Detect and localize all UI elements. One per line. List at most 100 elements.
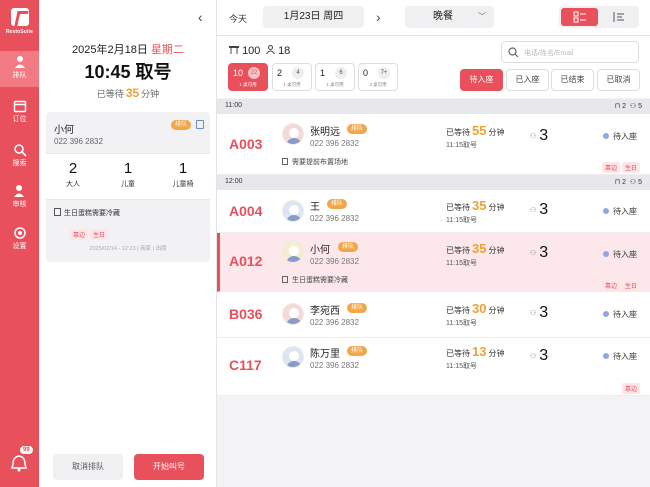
rail-item-reservation[interactable]: 订位 bbox=[0, 95, 39, 131]
ticket-number: B036 bbox=[229, 306, 263, 322]
customer-phone: 022 396 2832 bbox=[310, 361, 359, 370]
table-queue-count: 6 bbox=[335, 67, 347, 79]
filter-seated[interactable]: 已入座 bbox=[506, 69, 549, 91]
queue-tag: 排队 bbox=[171, 120, 192, 130]
cancel-queue-button[interactable]: 取消排队 bbox=[53, 454, 123, 480]
table-size-filter[interactable]: 16 1 桌可用 bbox=[315, 63, 355, 91]
card-view-button[interactable] bbox=[561, 8, 598, 26]
seat-status[interactable]: 待入座 bbox=[603, 309, 637, 320]
ticket-time: 11:15取号 bbox=[446, 320, 477, 327]
search-input[interactable]: 电话/姓名/Email bbox=[501, 41, 639, 63]
status-dot-icon bbox=[603, 208, 609, 214]
seat-status[interactable]: 待入座 bbox=[603, 131, 637, 142]
note-text: 需要提前布置场地 bbox=[292, 159, 348, 166]
wait-time: 已等待 13 分钟 bbox=[446, 344, 504, 359]
ticket-meta: 2025/02/14 - 12:23 | 商家 | 出陵 bbox=[89, 246, 167, 252]
group-people: 5 bbox=[638, 179, 642, 186]
party-size: ⚇ 3 bbox=[530, 244, 548, 262]
rail-item-label: 设置 bbox=[12, 243, 27, 250]
filter-finished[interactable]: 已结束 bbox=[551, 69, 594, 91]
filter-cancelled[interactable]: 已取消 bbox=[597, 69, 640, 91]
table-queue-count: 4 bbox=[292, 67, 304, 79]
wait-prefix: 已等待 bbox=[446, 203, 470, 212]
table-size-filter[interactable]: 24 1 桌可用 bbox=[272, 63, 312, 91]
rail-item-queue[interactable]: 排队 bbox=[0, 51, 39, 87]
waited-prefix: 已等待 bbox=[96, 89, 124, 99]
customer-name: 陈万里 bbox=[310, 349, 340, 360]
date-selector[interactable]: 1月23日 周四 bbox=[263, 6, 364, 28]
table-size-filter[interactable]: 0 7+ 3 桌可用 bbox=[358, 63, 398, 91]
customer-tags: 靠边 生日 bbox=[70, 224, 110, 242]
customer-name: 李宛西 bbox=[310, 306, 340, 317]
seat-status[interactable]: 待入座 bbox=[603, 249, 637, 260]
queue-icon bbox=[14, 56, 25, 68]
filter-waiting[interactable]: 待入座 bbox=[460, 69, 503, 91]
group-time: 11:00 bbox=[225, 102, 242, 109]
person-icon: ⚇ bbox=[530, 353, 537, 360]
party-size: ⚇ 3 bbox=[530, 201, 548, 219]
queue-row[interactable]: A003 张明远 排队 022 396 2832 需要提前布置场地 已等待 55 分… bbox=[217, 114, 650, 175]
wait-prefix: 已等待 bbox=[446, 306, 470, 315]
party-size-value: 3 bbox=[539, 304, 549, 321]
weekday-text: 星期二 bbox=[150, 44, 184, 56]
wait-time: 已等待 35 分钟 bbox=[446, 241, 504, 256]
queue-row[interactable]: C117 陈万里 排队 022 396 2832 已等待 13 分钟 11:15取号… bbox=[217, 338, 650, 396]
customer-phone: 022 396 2832 bbox=[54, 137, 103, 146]
row-tags: 靠边 生日 bbox=[601, 157, 642, 175]
party-size-value: 3 bbox=[539, 201, 549, 218]
status-text: 待入座 bbox=[613, 207, 637, 216]
notification-badge: 99 bbox=[19, 445, 34, 455]
today-button[interactable]: 今天 bbox=[229, 12, 247, 25]
adults-label: 大人 bbox=[66, 181, 80, 188]
rail-item-settings[interactable]: 设置 bbox=[0, 222, 39, 258]
seat-status[interactable]: 待入座 bbox=[603, 206, 637, 217]
group-tables: 2 bbox=[622, 179, 626, 186]
children-value: 1 bbox=[123, 160, 133, 177]
status-text: 待入座 bbox=[613, 250, 637, 259]
queue-row[interactable]: B036 李宛西 排队 022 396 2832 已等待 30 分钟 11:15取号… bbox=[217, 292, 650, 338]
party-size-value: 3 bbox=[539, 347, 549, 364]
seat-status[interactable]: 待入座 bbox=[603, 351, 637, 362]
start-call-button[interactable]: 开始叫号 bbox=[134, 454, 204, 480]
bell-icon[interactable] bbox=[8, 452, 30, 474]
calendar-icon bbox=[13, 100, 26, 113]
rail-item-search[interactable]: 搜索 bbox=[0, 139, 39, 175]
wait-value: 13 bbox=[472, 344, 487, 359]
meal-value: 晚餐 bbox=[433, 11, 453, 22]
wait-value: 35 bbox=[472, 241, 487, 256]
children-count: 1 儿童 bbox=[101, 160, 155, 189]
table-size: 1 bbox=[320, 68, 326, 78]
status-text: 待入座 bbox=[613, 352, 637, 361]
group-summary: ⊓ 2 ⚇ 5 bbox=[614, 103, 642, 110]
logo-text: RestoSuite bbox=[5, 29, 34, 35]
wait-unit: 分钟 bbox=[488, 203, 505, 212]
prev-day-chevron-icon[interactable]: ‹ bbox=[198, 9, 203, 25]
ticket-time: 11:15取号 bbox=[446, 260, 477, 267]
rail-item-label: 排队 bbox=[12, 72, 27, 79]
row-note: 需要提前布置场地 bbox=[282, 157, 348, 167]
person-icon bbox=[266, 45, 275, 55]
group-people: 5 bbox=[638, 103, 642, 110]
highchair-label: 儿童椅 bbox=[172, 181, 194, 188]
table-queue-count: 22 bbox=[248, 67, 260, 79]
queue-row-selected[interactable]: A012 小何 排队 022 396 2832 生日蛋糕需要冷藏 已等待 35 分钟… bbox=[217, 233, 650, 292]
table-size-filter[interactable]: 10 22 1 桌可用 bbox=[228, 63, 268, 91]
list-view-button[interactable] bbox=[600, 8, 637, 26]
row-tags: 靠边 生日 bbox=[601, 275, 642, 293]
avatar bbox=[282, 303, 304, 325]
table-available: 1 桌可用 bbox=[283, 82, 301, 87]
next-day-chevron-icon[interactable]: › bbox=[376, 9, 381, 25]
meal-select[interactable]: 晚餐 ﹀ bbox=[405, 6, 494, 28]
queue-tag: 排队 bbox=[347, 124, 368, 134]
note-icon[interactable] bbox=[196, 120, 204, 129]
rail-item-review[interactable]: 审核 bbox=[0, 180, 39, 216]
highchair-value: 1 bbox=[178, 160, 188, 177]
ticket-number: A003 bbox=[229, 136, 263, 152]
customer-name: 小何 bbox=[310, 245, 330, 256]
queue-row[interactable]: A004 王 排队 022 396 2832 已等待 35 分钟 11:15取号 ⚇… bbox=[217, 190, 650, 233]
table-icon bbox=[229, 46, 239, 54]
wait-time: 已等待 30 分钟 bbox=[446, 301, 504, 316]
party-size-value: 3 bbox=[539, 127, 549, 144]
children-label: 儿童 bbox=[121, 181, 135, 188]
waited-unit: 分钟 bbox=[141, 89, 160, 99]
